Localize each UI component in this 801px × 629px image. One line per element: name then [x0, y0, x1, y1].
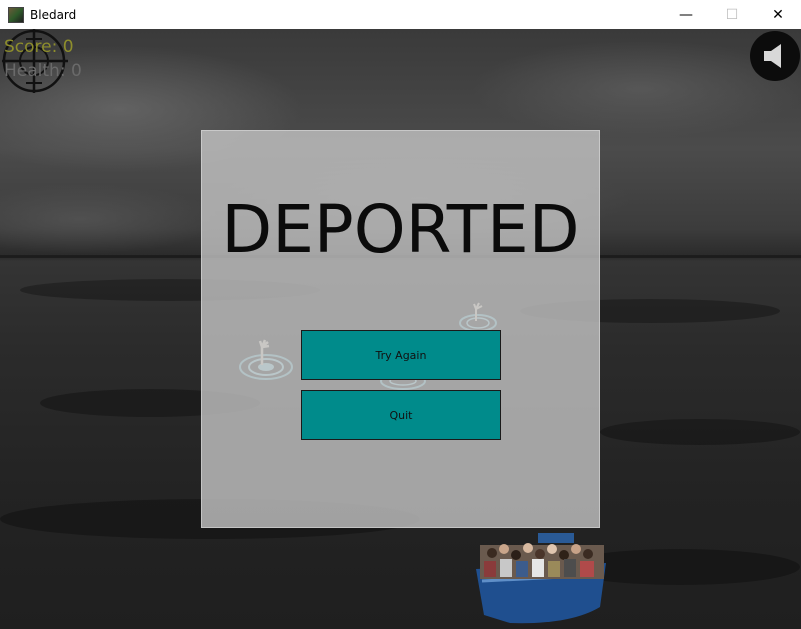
game-canvas[interactable]: Score: 0 Health: 0 DEPORTED Try Again Qu…: [0, 29, 801, 629]
window-title: Bledard: [30, 7, 77, 22]
score-label: Score: 0: [4, 37, 74, 57]
minimize-icon: —: [679, 6, 693, 23]
close-button[interactable]: ✕: [755, 0, 801, 29]
game-over-title: DEPORTED: [221, 191, 580, 268]
close-icon: ✕: [772, 6, 784, 23]
game-over-panel: DEPORTED Try Again Quit: [201, 130, 600, 528]
health-label: Health: 0: [4, 61, 82, 81]
maximize-button[interactable]: ☐: [709, 0, 755, 29]
speaker-icon: [764, 44, 781, 68]
maximize-icon: ☐: [725, 6, 739, 23]
quit-button[interactable]: Quit: [301, 390, 501, 440]
sound-toggle-button[interactable]: [750, 31, 800, 81]
try-again-button[interactable]: Try Again: [301, 330, 501, 380]
app-icon: [8, 6, 24, 23]
boat-sprite: [476, 533, 606, 624]
minimize-button[interactable]: —: [663, 0, 709, 29]
window-controls: — ☐ ✕: [663, 0, 801, 29]
sea-wave: [600, 419, 800, 445]
window-titlebar: Bledard — ☐ ✕: [0, 0, 801, 30]
